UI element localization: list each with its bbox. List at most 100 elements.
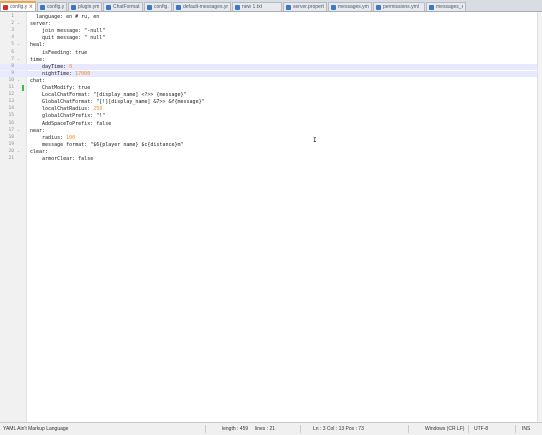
code-line[interactable]: 13 GlobalChatFormat: "[!][display_name] … [0,99,542,105]
status-eol[interactable]: Windows (CR LF) [425,426,464,432]
status-divider [205,425,206,433]
file-icon [331,4,336,10]
status-encoding[interactable]: UTF-8 [474,426,488,432]
file-icon [176,4,181,10]
fold-toggle-icon[interactable]: - [16,42,21,48]
line-number: 1 [11,14,14,19]
code-line[interactable]: 8 dayTime: 0 [0,63,542,70]
code-line[interactable]: 14 localChatRadius: 250 [0,106,542,112]
status-lines: lines : 21 [255,426,276,432]
code-line[interactable]: 10- chat: [0,78,542,84]
status-length: length : 459 [222,426,249,432]
tab-3[interactable]: ChatFormat.java [103,2,143,11]
code-text: server: [30,21,52,28]
line-number: 15 [8,113,14,119]
code-line[interactable]: 7- time: [0,57,542,63]
line-number: 12 [8,92,14,98]
code-line[interactable]: 11 ChatModify: true [0,85,542,91]
code-line[interactable]: 9 nightTime: 17000 [0,70,542,77]
fold-toggle-icon[interactable]: - [16,78,21,84]
code-line[interactable]: 2- server: [0,21,542,27]
code-line[interactable]: 15 globalChatPrefix: "!" [0,113,542,119]
tab-6[interactable]: new 1.txt [232,2,282,11]
tab-10[interactable]: messages_en.yml [426,2,466,11]
tab-label: ChatFormat.java [113,4,140,10]
tab-0[interactable]: config.yml× [0,1,36,11]
file-icon [376,4,381,10]
code-line[interactable]: 19 message format: "$6{player name} $c{d… [0,142,542,148]
code-text: globalChatPrefix: "!" [30,113,106,120]
code-line[interactable]: 5- heal: [0,42,542,48]
code-text: clear: [30,148,49,155]
code-line[interactable]: 18 radius: 100 [0,135,542,141]
code-text: join message: "-null" [30,28,106,35]
tab-9[interactable]: permissions.yml [373,2,425,11]
tab-7[interactable]: server.properties [283,2,327,11]
fold-toggle-icon[interactable]: - [16,149,21,155]
code-line[interactable]: 16 AddSpaceToPrefix: false [0,121,542,127]
code-text: quit message: " null" [30,35,106,42]
status-divider [408,425,409,433]
line-number: 18 [8,134,14,140]
line-number: 7 [11,56,14,62]
code-text: message format: "$6{player name} $c{dist… [30,141,184,148]
status-bar: YAML Ain't Markup Language length : 459 … [0,422,542,435]
code-text: chat: [30,77,46,84]
fold-toggle-icon[interactable]: - [16,128,21,134]
line-number: 13 [8,99,14,105]
code-line[interactable]: 1 language: en # ru, en [0,14,542,20]
tab-2[interactable]: plugin.yml [68,2,102,11]
code-line[interactable]: 6 isFeeding: true [0,50,542,56]
tab-4[interactable]: config.yml [144,2,172,11]
status-divider [468,425,469,433]
line-number: 5 [11,42,14,48]
code-text: near: [30,127,46,134]
tab-label: plugin.yml [78,4,99,10]
line-number: 9 [11,70,14,76]
code-text: heal: [30,42,46,49]
code-text: nightTime: 17000 [30,70,91,77]
line-number: 6 [11,49,14,55]
code-text: time: [30,56,46,63]
code-line[interactable]: 3 join message: "-null" [0,28,542,34]
editor-area[interactable]: 1 language: en # ru, en 2- server: 3 join m… [0,12,542,422]
line-number: 21 [8,156,14,161]
tab-5[interactable]: default-messages.yml [173,2,231,11]
fold-toggle-icon[interactable]: - [16,21,21,27]
code-line[interactable]: 17- near: [0,128,542,134]
tab-label: permissions.yml [383,4,419,10]
file-icon [71,4,76,10]
file-icon [147,4,152,10]
status-insert-mode[interactable]: INS [522,426,530,432]
text-cursor-icon: I [313,137,317,144]
vertical-scrollbar[interactable] [537,12,542,422]
code-text: AddSpaceToPrefix: false [30,120,112,127]
tab-1[interactable]: config.yml [37,2,67,11]
code-text: radius: 100 [30,134,76,141]
code-text: localChatRadius: 250 [30,106,103,113]
change-marker [22,85,24,91]
file-icon [40,4,45,10]
tab-bar: config.yml×config.ymlplugin.ymlChatForma… [0,0,542,12]
fold-toggle-icon[interactable]: - [16,57,21,63]
close-icon[interactable]: × [29,4,33,10]
line-number: 19 [8,141,14,147]
code-line[interactable]: 21 armorClear: false [0,156,542,162]
code-text: language: en # ru, en [30,14,100,20]
code-line[interactable]: 12 LocalChatFormat: "[display_name] <?>>… [0,92,542,98]
line-number: 11 [8,85,14,90]
code-text: GlobalChatFormat: "[!][display_name] &7>… [30,99,205,106]
code-text: LocalChatFormat: "[display_name] <?>> {m… [30,92,187,99]
code-line[interactable]: 20- clear: [0,149,542,155]
file-icon [286,4,291,10]
tab-label: config.yml [47,4,64,10]
status-divider [300,425,301,433]
tab-8[interactable]: messages.yml [328,2,372,11]
code-line[interactable]: 4 quit message: " null" [0,35,542,41]
tab-label: config.yml [154,4,169,10]
tab-label: server.properties [293,4,324,10]
line-number: 3 [11,28,14,34]
code-text: dayTime: 0 [30,63,73,70]
tab-label: messages_en.yml [436,4,463,10]
tab-label: messages.yml [338,4,369,10]
